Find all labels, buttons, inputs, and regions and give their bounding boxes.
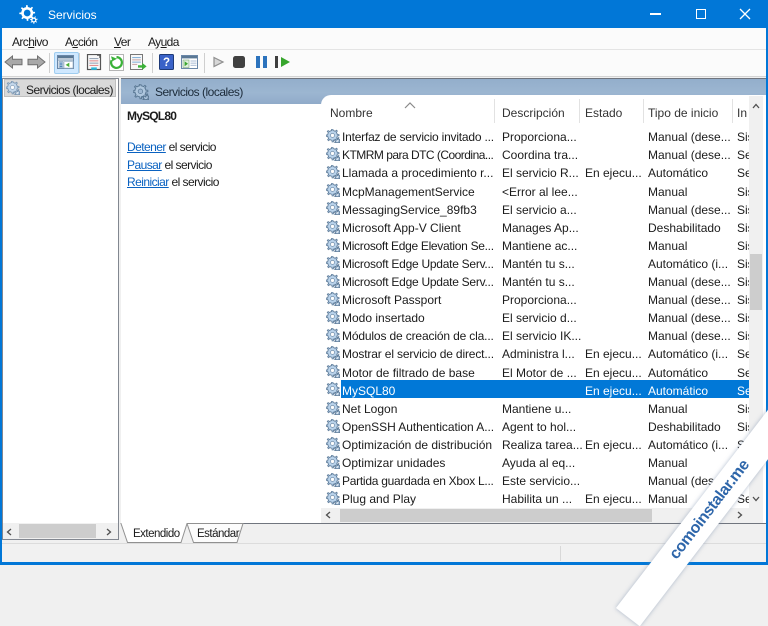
svg-text:?: ?	[163, 57, 170, 69]
